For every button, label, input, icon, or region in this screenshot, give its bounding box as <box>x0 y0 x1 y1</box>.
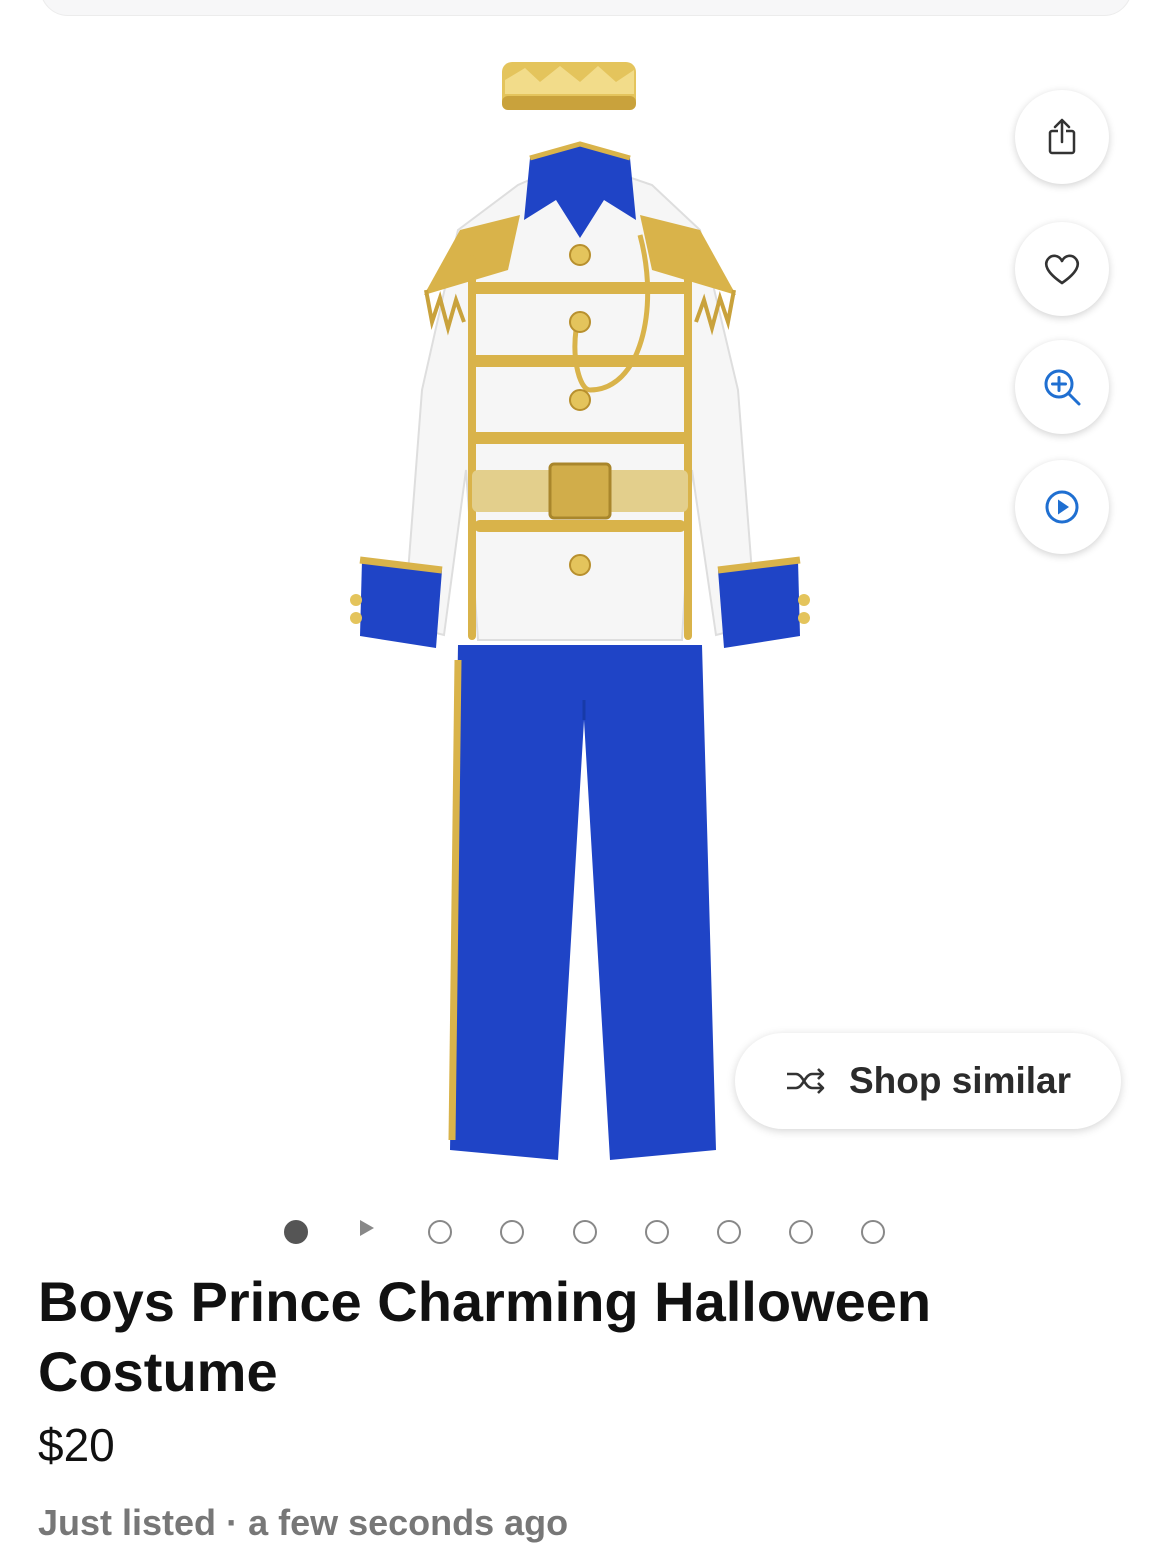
zoom-in-icon <box>1044 369 1081 406</box>
listing-status: Just listed <box>38 1502 217 1543</box>
play-icon <box>1045 490 1079 524</box>
shop-similar-label: Shop similar <box>848 1060 1072 1101</box>
product-image <box>350 62 810 1160</box>
listing-time: a few seconds ago <box>248 1502 569 1543</box>
pagination-dot[interactable] <box>500 1220 524 1244</box>
shuffle-icon <box>786 1068 825 1094</box>
pagination-dot[interactable] <box>284 1220 308 1244</box>
listing-price: $20 <box>38 1419 115 1471</box>
product-image-gallery[interactable] <box>0 20 1170 1210</box>
gallery-pagination[interactable] <box>280 1220 900 1244</box>
save-button[interactable] <box>1015 222 1109 316</box>
share-icon <box>1048 118 1076 155</box>
pagination-dot[interactable] <box>861 1220 885 1244</box>
share-button[interactable] <box>1015 90 1109 184</box>
heart-icon <box>1044 254 1080 285</box>
listing-meta: Just listed · a few seconds ago <box>38 1502 568 1544</box>
pagination-dot[interactable] <box>428 1220 452 1244</box>
video-button[interactable] <box>1015 460 1109 554</box>
pagination-dot[interactable] <box>717 1220 741 1244</box>
meta-separator: · <box>216 1502 249 1543</box>
zoom-button[interactable] <box>1015 340 1109 434</box>
shop-similar-button[interactable]: Shop similar <box>735 1033 1121 1129</box>
pagination-dot[interactable] <box>645 1220 669 1244</box>
listing-title: Boys Prince Charming Halloween Costume <box>38 1270 932 1403</box>
pagination-dot[interactable] <box>573 1220 597 1244</box>
video-indicator-icon[interactable] <box>360 1220 374 1236</box>
pagination-dot[interactable] <box>789 1220 813 1244</box>
search-bar[interactable] <box>40 0 1132 16</box>
crown-graphic <box>502 62 636 110</box>
